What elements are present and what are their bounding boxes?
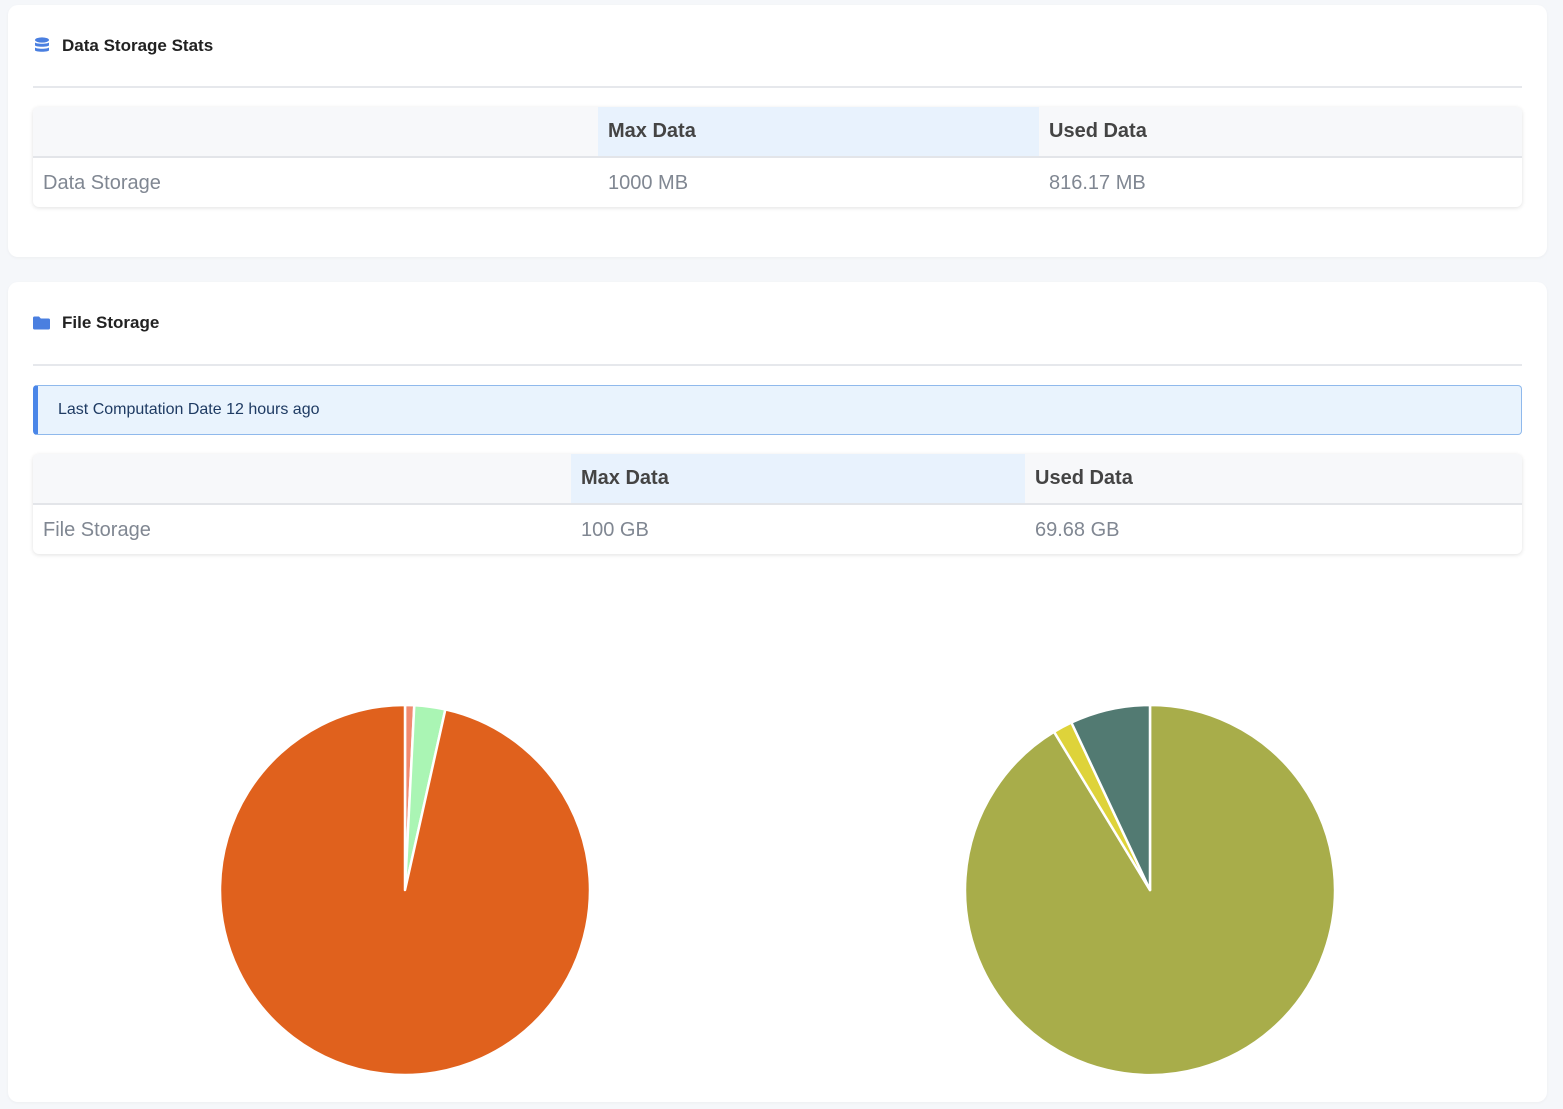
row-label: Data Storage xyxy=(43,171,161,194)
table-row: File Storage 100 GB 69.68 GB xyxy=(33,505,1522,554)
table-header-used: Used Data xyxy=(1035,467,1133,489)
pie-chart-left xyxy=(218,703,592,1104)
row-max: 100 GB xyxy=(581,518,649,541)
row-label: File Storage xyxy=(43,518,151,541)
data-storage-card: Data Storage Stats Max Data Used Data Da… xyxy=(8,5,1547,257)
file-storage-table: Max Data Used Data File Storage 100 GB 6… xyxy=(33,454,1522,554)
pie-chart-right-svg xyxy=(963,703,1337,1077)
table-header-blank xyxy=(33,454,571,503)
row-used: 816.17 MB xyxy=(1049,171,1146,194)
table-header-blank xyxy=(33,107,598,156)
folder-icon xyxy=(33,315,50,332)
data-storage-title: Data Storage Stats xyxy=(62,35,214,55)
table-header-used: Used Data xyxy=(1049,120,1147,142)
table-header-row: Max Data Used Data xyxy=(33,454,1522,505)
row-used: 69.68 GB xyxy=(1035,518,1120,541)
data-storage-header: Data Storage Stats xyxy=(33,5,1522,88)
pie-chart-right xyxy=(963,703,1337,1104)
pie-slice xyxy=(218,703,592,1077)
row-max: 1000 MB xyxy=(608,171,689,194)
file-storage-title: File Storage xyxy=(62,313,160,332)
file-storage-header: File Storage xyxy=(33,282,1522,366)
last-computation-info: Last Computation Date 12 hours ago xyxy=(33,385,1522,435)
table-header-max: Max Data xyxy=(571,454,1025,503)
data-storage-table: Max Data Used Data Data Storage 1000 MB … xyxy=(33,107,1522,207)
file-storage-card: File Storage Last Computation Date 12 ho… xyxy=(8,282,1547,1102)
table-header-max: Max Data xyxy=(598,107,1039,156)
table-row: Data Storage 1000 MB 816.17 MB xyxy=(33,158,1522,207)
pie-chart-left-svg xyxy=(218,703,592,1077)
table-header-row: Max Data Used Data xyxy=(33,107,1522,158)
database-icon xyxy=(33,36,50,54)
